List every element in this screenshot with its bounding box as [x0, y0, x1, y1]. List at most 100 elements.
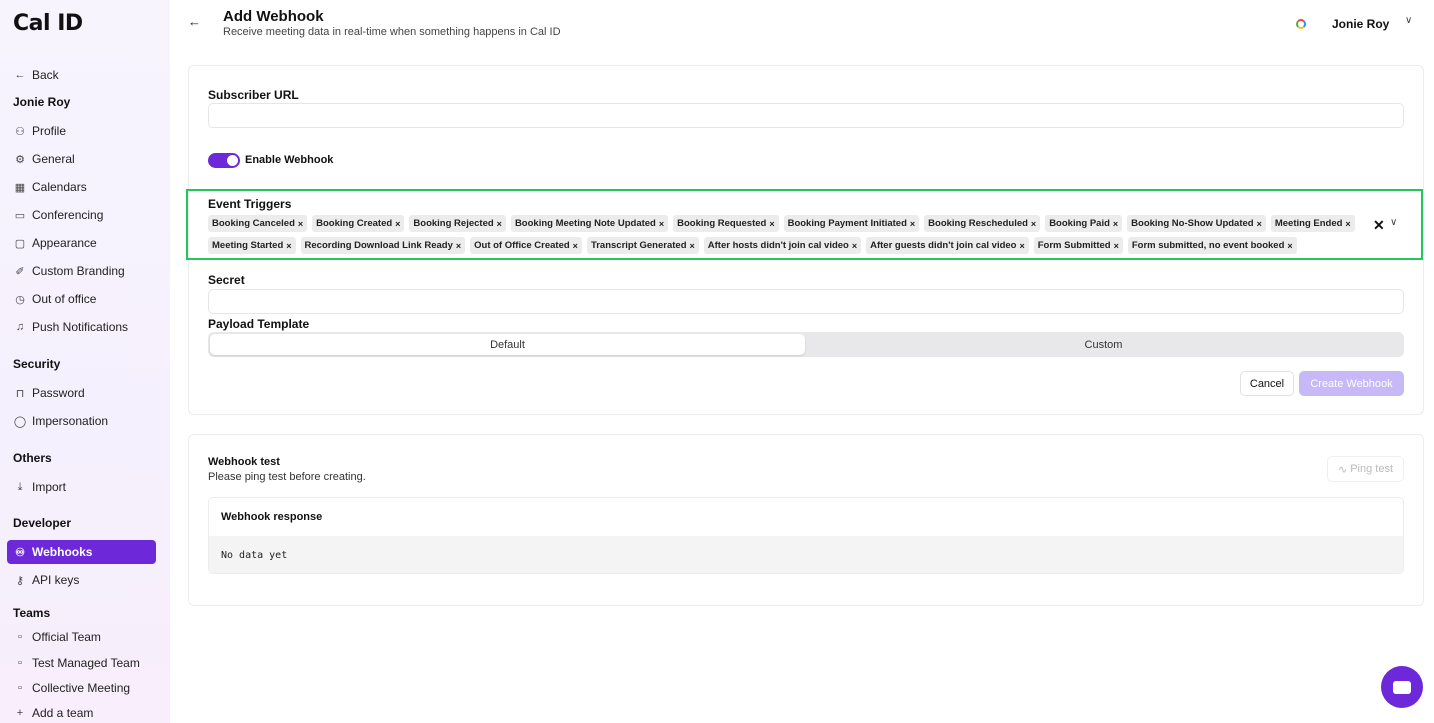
others-heading: Others [13, 451, 52, 465]
sidebar-item-calendars[interactable]: ▦ Calendars [7, 175, 156, 199]
sidebar-item-password[interactable]: ⊓ Password [7, 381, 156, 405]
ping-test-button[interactable]: ∿ Ping test [1327, 456, 1404, 482]
page-title: Add Webhook [223, 8, 324, 25]
remove-chip-icon[interactable]: × [1287, 241, 1292, 251]
sidebar: Cal ID ← Back Jonie Roy ⚇ Profile ⚙ Gene… [0, 0, 170, 723]
sidebar-item-custom-branding[interactable]: ✐ Custom Branding [7, 259, 156, 283]
user-icon: ⚇ [15, 125, 25, 138]
sidebar-item-label: Conferencing [32, 208, 104, 222]
sidebar-item-label: Push Notifications [32, 320, 129, 334]
event-trigger-chip: Booking Created × [312, 215, 405, 232]
event-trigger-chip-label: Booking Payment Initiated [787, 218, 907, 229]
event-trigger-chip: Out of Office Created × [470, 237, 582, 254]
back-arrow-icon[interactable]: ← [188, 14, 201, 29]
remove-chip-icon[interactable]: × [852, 241, 857, 251]
security-heading: Security [13, 357, 61, 371]
user-heading: Jonie Roy [13, 95, 71, 109]
team-icon: ▫ [18, 682, 22, 694]
event-trigger-chip: Form Submitted × [1033, 237, 1123, 254]
remove-chip-icon[interactable]: × [1019, 241, 1024, 251]
support-chat-button[interactable] [1381, 666, 1423, 708]
event-triggers-select[interactable]: Booking Canceled × Booking Created × Booking… [208, 213, 1404, 255]
developer-heading: Developer [13, 516, 72, 530]
event-trigger-chip-label: Form submitted, no event booked [1131, 240, 1285, 251]
remove-chip-icon[interactable]: × [573, 241, 578, 251]
create-webhook-button[interactable]: Create Webhook [1299, 371, 1404, 396]
sidebar-item-test-managed-team[interactable]: ▫ Test Managed Team [7, 651, 156, 675]
sidebar-item-webhooks[interactable]: ♾ Webhooks [7, 540, 156, 564]
remove-chip-icon[interactable]: × [1257, 219, 1262, 229]
teams-heading: Teams [13, 606, 51, 620]
remove-chip-icon[interactable]: × [497, 219, 502, 229]
sidebar-item-out-of-office[interactable]: ◷ Out of office [7, 287, 156, 311]
brand-logo[interactable]: Cal ID [13, 11, 83, 36]
user-menu-name[interactable]: Jonie Roy [1332, 17, 1389, 31]
event-trigger-chip-label: After hosts didn't join cal video [707, 240, 849, 251]
event-trigger-chip: Booking Rescheduled × [924, 215, 1041, 232]
payload-template-toggle: Default Custom [208, 332, 1404, 357]
activity-icon: ∿ [1337, 463, 1348, 476]
remove-chip-icon[interactable]: × [456, 241, 461, 251]
payload-option-custom[interactable]: Custom [806, 334, 1401, 355]
payload-option-default[interactable]: Default [210, 334, 805, 355]
sidebar-item-push-notifications[interactable]: ♫ Push Notifications [7, 315, 156, 339]
sidebar-item-conferencing[interactable]: ▭ Conferencing [7, 203, 156, 227]
sidebar-item-label: Out of office [32, 292, 97, 306]
remove-chip-icon[interactable]: × [690, 241, 695, 251]
remove-chip-icon[interactable]: × [1345, 219, 1350, 229]
remove-chip-icon[interactable]: × [659, 219, 664, 229]
event-trigger-chip: Transcript Generated × [586, 237, 699, 254]
enable-webhook-toggle[interactable] [208, 153, 240, 168]
event-trigger-chip-label: Booking Meeting Note Updated [514, 218, 656, 229]
remove-chip-icon[interactable]: × [1114, 241, 1119, 251]
remove-chip-icon[interactable]: × [1031, 219, 1036, 229]
subscriber-url-input[interactable] [208, 103, 1404, 128]
cancel-button[interactable]: Cancel [1240, 371, 1294, 396]
sidebar-item-official-team[interactable]: ▫ Official Team [7, 625, 156, 649]
sidebar-item-label: Impersonation [32, 414, 109, 428]
brush-icon: ✐ [15, 265, 25, 278]
sidebar-item-impersonation[interactable]: ◯ Impersonation [7, 409, 156, 433]
sidebar-item-label: API keys [32, 573, 80, 587]
team-icon: ▫ [18, 657, 22, 669]
bell-icon: ♫ [15, 321, 25, 333]
event-trigger-chip-label: Meeting Ended [1274, 218, 1343, 229]
event-trigger-chip-label: Booking Created [316, 218, 393, 229]
chat-icon [1393, 680, 1411, 694]
enable-webhook-label: Enable Webhook [245, 154, 334, 166]
monitor-icon: ▢ [14, 237, 26, 250]
remove-chip-icon[interactable]: × [286, 241, 291, 251]
back-link[interactable]: ← Back [7, 63, 156, 87]
sidebar-item-label: Appearance [32, 236, 97, 250]
sidebar-item-general[interactable]: ⚙ General [7, 147, 156, 171]
secret-input[interactable] [208, 289, 1404, 314]
event-trigger-chip: Booking No-Show Updated × [1127, 215, 1266, 232]
remove-chip-icon[interactable]: × [298, 219, 303, 229]
event-trigger-chip: After hosts didn't join cal video × [703, 237, 862, 254]
chevron-down-icon[interactable]: ∨ [1405, 15, 1412, 26]
sidebar-item-appearance[interactable]: ▢ Appearance [7, 231, 156, 255]
remove-chip-icon[interactable]: × [910, 219, 915, 229]
event-trigger-chip-label: Transcript Generated [590, 240, 687, 251]
subscriber-url-label: Subscriber URL [208, 88, 299, 102]
event-trigger-chip-label: Booking Requested [677, 218, 767, 229]
sidebar-item-profile[interactable]: ⚇ Profile [7, 119, 156, 143]
sidebar-item-collective-meeting[interactable]: ▫ Collective Meeting [7, 676, 156, 700]
event-trigger-chip: Form submitted, no event booked × [1127, 237, 1297, 254]
event-trigger-chip: Booking Paid × [1045, 215, 1123, 232]
sidebar-item-api-keys[interactable]: ⚷ API keys [7, 568, 156, 592]
remove-chip-icon[interactable]: × [769, 219, 774, 229]
remove-chip-icon[interactable]: × [395, 219, 400, 229]
event-trigger-chip-label: Booking Canceled [212, 218, 295, 229]
webhook-response-title: Webhook response [209, 498, 1403, 536]
sidebar-item-add-team[interactable]: + Add a team [7, 701, 156, 723]
sidebar-item-label: Custom Branding [32, 264, 125, 278]
gear-icon: ⚙ [15, 153, 25, 166]
event-trigger-chip: Booking Meeting Note Updated × [510, 215, 669, 232]
remove-chip-icon[interactable]: × [1113, 219, 1118, 229]
sidebar-item-import[interactable]: ⤓ Import [7, 475, 156, 499]
event-trigger-chip-label: Booking No-Show Updated [1131, 218, 1254, 229]
clear-all-icon[interactable]: ✕ [1373, 217, 1385, 234]
sidebar-item-label: Password [32, 386, 85, 400]
chevron-down-icon[interactable]: ∨ [1390, 217, 1397, 228]
